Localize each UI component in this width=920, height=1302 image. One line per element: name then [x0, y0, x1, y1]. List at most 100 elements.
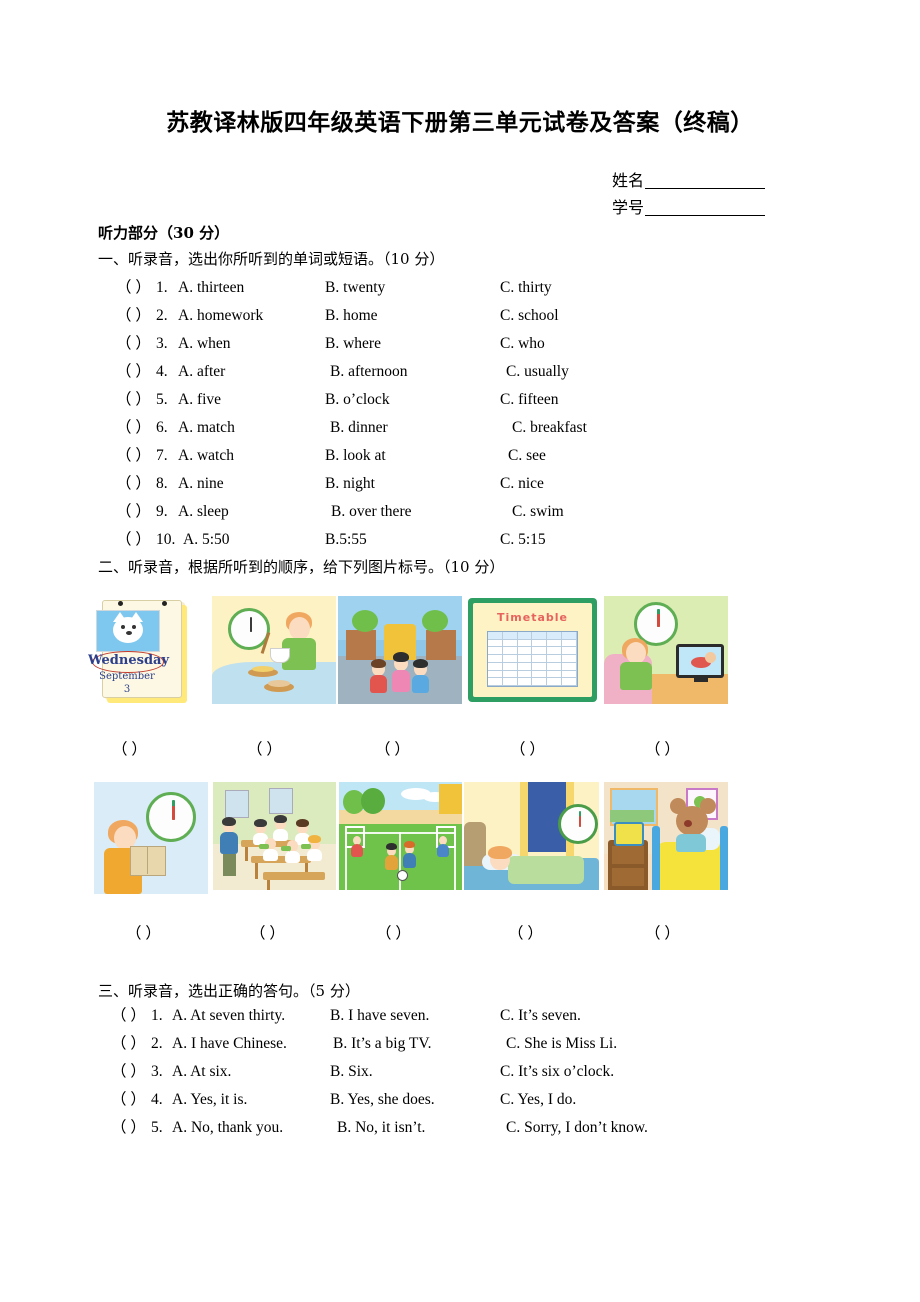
option-b[interactable]: B. It’s a big TV. [333, 1030, 431, 1058]
option-b[interactable]: B. o’clock [325, 386, 390, 414]
page-title: 苏教译林版四年级英语下册第三单元试卷及答案（终稿） [166, 109, 754, 136]
option-b[interactable]: B. afternoon [330, 358, 407, 386]
option-a[interactable]: A. At six. [172, 1058, 231, 1086]
answer-bracket[interactable]: （ ） [116, 386, 156, 414]
question-row[interactable]: （ ） 3. A. when B. where C. who [0, 330, 920, 358]
question-row[interactable]: （ ） 6. A. match B. dinner C. breakfast [0, 414, 920, 442]
picture-answer-bracket[interactable]: （ ） [375, 738, 410, 762]
option-c[interactable]: C. thirty [500, 274, 552, 302]
picture-answer-bracket[interactable]: （ ） [376, 922, 411, 946]
picture-answer-bracket[interactable]: （ ） [508, 922, 543, 946]
answer-bracket[interactable]: （ ） [111, 1058, 151, 1086]
option-c[interactable]: C. It’s seven. [500, 1002, 581, 1030]
answer-bracket[interactable]: （ ） [116, 526, 156, 554]
picture-answer-bracket[interactable]: （ ） [645, 922, 680, 946]
answer-bracket[interactable]: （ ） [111, 1002, 151, 1030]
option-b[interactable]: B. night [325, 470, 375, 498]
question-row[interactable]: （ ） 5. A. No, thank you. B. No, it isn’t… [0, 1114, 920, 1142]
question-number: 5. [156, 391, 168, 408]
option-a[interactable]: A. sleep [178, 498, 229, 526]
student-id-input-rule[interactable] [645, 201, 765, 216]
question-row[interactable]: （ ） 1. A. At seven thirty. B. I have sev… [0, 1002, 920, 1030]
question-row[interactable]: （ ） 2. A. homework B. home C. school [0, 302, 920, 330]
picture-answer-bracket[interactable]: （ ） [645, 738, 680, 762]
picture-answer-bracket[interactable]: （ ） [250, 922, 285, 946]
section-three-question-list: （ ） 1. A. At seven thirty. B. I have sev… [0, 1002, 920, 1142]
option-a[interactable]: A. thirteen [178, 274, 244, 302]
timetable-grid [487, 631, 578, 687]
answer-bracket[interactable]: （ ） [116, 414, 156, 442]
option-c[interactable]: C. Sorry, I don’t know. [506, 1114, 648, 1142]
option-a[interactable]: A. five [178, 386, 221, 414]
answer-bracket[interactable]: （ ） [111, 1114, 151, 1142]
answer-bracket[interactable]: （ ） [116, 358, 156, 386]
picture-children-at-school-gate [338, 596, 462, 704]
question-row[interactable]: （ ） 9. A. sleep B. over there C. swim [0, 498, 920, 526]
answer-bracket[interactable]: （ ） [111, 1086, 151, 1114]
option-b[interactable]: B. over there [331, 498, 411, 526]
option-a[interactable]: A. when [178, 330, 231, 358]
answer-bracket[interactable]: （ ） [116, 330, 156, 358]
option-b[interactable]: B. I have seven. [330, 1002, 429, 1030]
alarm-clock-icon [614, 822, 644, 846]
option-a[interactable]: A. match [178, 414, 235, 442]
answer-bracket[interactable]: （ ） [116, 498, 156, 526]
picture-answer-bracket[interactable]: （ ） [247, 738, 282, 762]
picture-answer-bracket[interactable]: （ ） [112, 738, 147, 762]
question-row[interactable]: （ ） 8. A. nine B. night C. nice [0, 470, 920, 498]
option-c[interactable]: C. swim [512, 498, 564, 526]
option-c[interactable]: C. It’s six o’clock. [500, 1058, 614, 1086]
option-c[interactable]: C. fifteen [500, 386, 559, 414]
answer-bracket[interactable]: （ ） [111, 1030, 151, 1058]
picture-answer-bracket[interactable]: （ ） [510, 738, 545, 762]
option-c[interactable]: C. usually [506, 358, 569, 386]
picture-row-one: Wednesday September 3 Timetable [0, 596, 920, 704]
option-a[interactable]: A. watch [178, 442, 234, 470]
option-b[interactable]: B. Yes, she does. [330, 1086, 435, 1114]
option-a[interactable]: A. At seven thirty. [172, 1002, 285, 1030]
clock-icon [558, 804, 598, 844]
option-a[interactable]: A. nine [178, 470, 224, 498]
option-b[interactable]: B. No, it isn’t. [337, 1114, 425, 1142]
question-number: 3. [156, 335, 168, 352]
option-a[interactable]: A. No, thank you. [172, 1114, 283, 1142]
option-c[interactable]: C. school [500, 302, 559, 330]
option-c[interactable]: C. She is Miss Li. [506, 1030, 617, 1058]
option-a[interactable]: A. homework [178, 302, 263, 330]
question-row[interactable]: （ ） 1. A. thirteen B. twenty C. thirty [0, 274, 920, 302]
question-row[interactable]: （ ） 10. A. 5:50 B.5:55 C. 5:15 [0, 526, 920, 554]
option-c[interactable]: C. 5:15 [500, 526, 546, 554]
question-row[interactable]: （ ） 4. A. Yes, it is. B. Yes, she does. … [0, 1086, 920, 1114]
option-c[interactable]: C. who [500, 330, 545, 358]
option-b[interactable]: B. where [325, 330, 381, 358]
picture-girl-watching-tv-with-clock [604, 596, 728, 704]
question-row[interactable]: （ ） 7. A. watch B. look at C. see [0, 442, 920, 470]
answer-bracket[interactable]: （ ） [116, 274, 156, 302]
answer-bracket[interactable]: （ ） [116, 302, 156, 330]
name-input-rule[interactable] [645, 174, 765, 189]
question-row[interactable]: （ ） 2. A. I have Chinese. B. It’s a big … [0, 1030, 920, 1058]
answer-bracket[interactable]: （ ） [116, 442, 156, 470]
option-a[interactable]: A. I have Chinese. [172, 1030, 287, 1058]
option-a[interactable]: A. after [178, 358, 225, 386]
question-row[interactable]: （ ） 3. A. At six. B. Six. C. It’s six o’… [0, 1058, 920, 1086]
option-a[interactable]: A. Yes, it is. [172, 1086, 247, 1114]
picture-row-two-answers: （ ） （ ） （ ） （ ） （ ） [0, 922, 920, 946]
option-b[interactable]: B. dinner [330, 414, 388, 442]
option-c[interactable]: C. Yes, I do. [500, 1086, 576, 1114]
question-row[interactable]: （ ） 4. A. after B. afternoon C. usually [0, 358, 920, 386]
question-number: 3. [151, 1063, 163, 1080]
option-a[interactable]: A. 5:50 [183, 526, 230, 554]
picture-answer-bracket[interactable]: （ ） [126, 922, 161, 946]
question-row[interactable]: （ ） 5. A. five B. o’clock C. fifteen [0, 386, 920, 414]
option-c[interactable]: C. see [508, 442, 546, 470]
answer-bracket[interactable]: （ ） [116, 470, 156, 498]
option-b[interactable]: B. home [325, 302, 378, 330]
option-c[interactable]: C. nice [500, 470, 544, 498]
option-b[interactable]: B. twenty [325, 274, 385, 302]
option-b[interactable]: B.5:55 [325, 526, 367, 554]
option-c[interactable]: C. breakfast [512, 414, 587, 442]
picture-boy-reading-book-with-clock [94, 782, 208, 894]
option-b[interactable]: B. look at [325, 442, 386, 470]
option-b[interactable]: B. Six. [330, 1058, 373, 1086]
